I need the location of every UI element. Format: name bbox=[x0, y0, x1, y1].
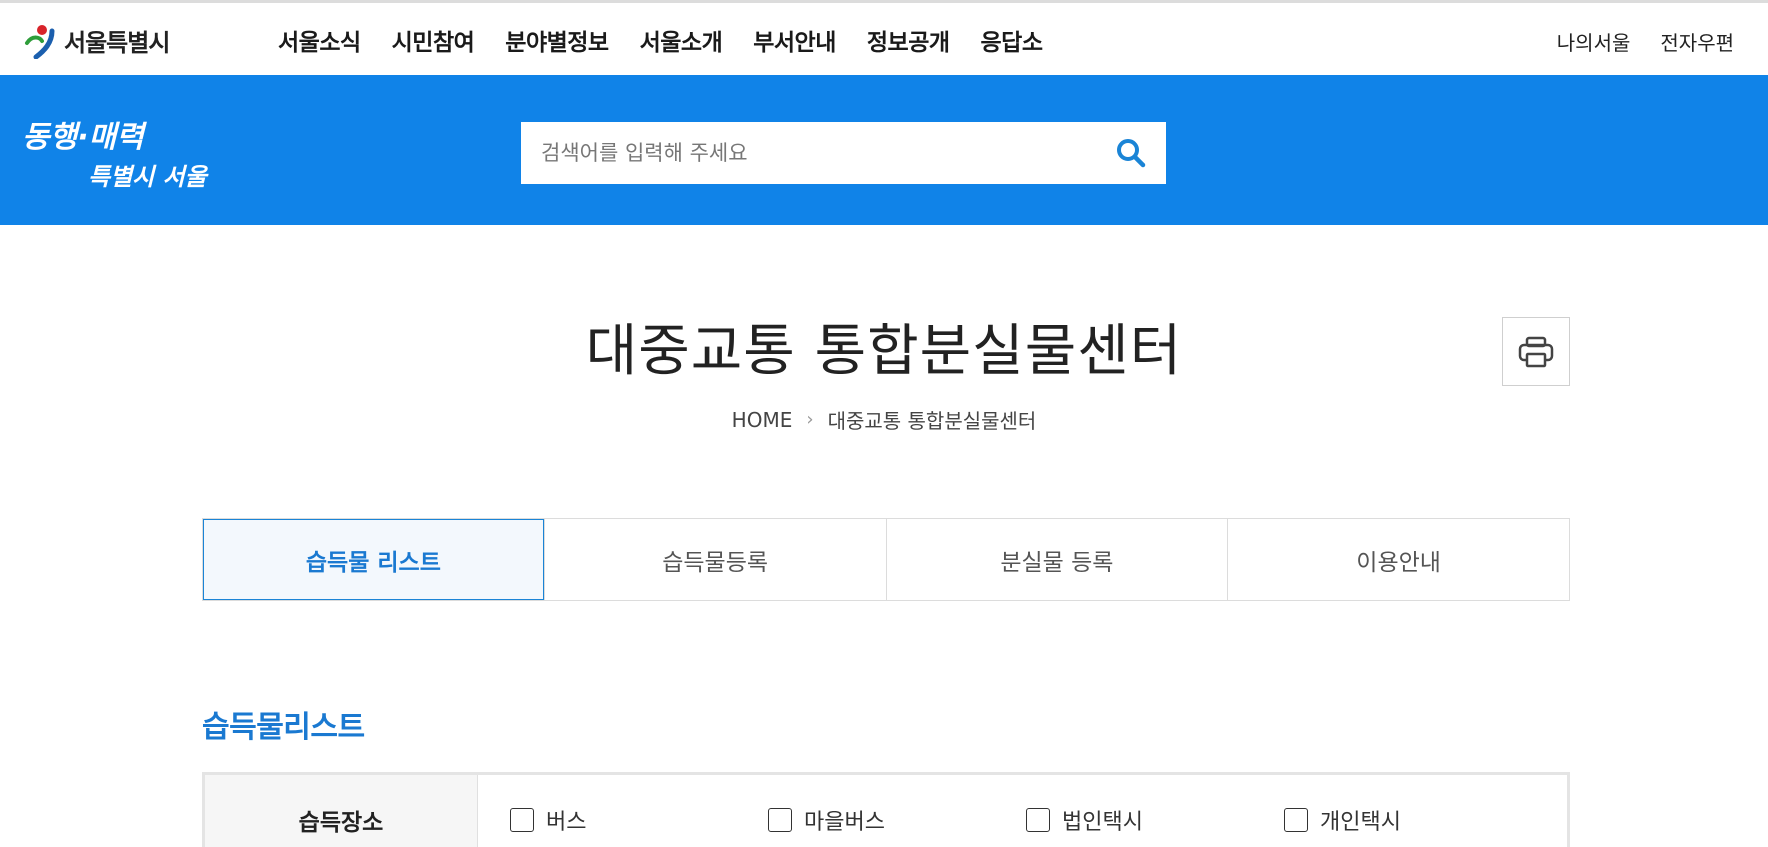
tab-bar: 습득물 리스트 습득물등록 분실물 등록 이용안내 bbox=[202, 518, 1570, 601]
checkbox-corporate-taxi[interactable]: 법인택시 bbox=[1026, 804, 1284, 836]
chevron-right-icon: › bbox=[806, 409, 814, 430]
util-my-seoul[interactable]: 나의서울 bbox=[1557, 27, 1631, 56]
slogan-logo: 동행·매력 특별시 서울 bbox=[22, 120, 210, 191]
section-title: 습득물리스트 bbox=[202, 710, 365, 745]
printer-icon bbox=[1518, 336, 1554, 367]
utility-nav: 나의서울 전자우편 bbox=[1527, 27, 1734, 56]
search-button[interactable] bbox=[1096, 122, 1166, 184]
search-input[interactable] bbox=[521, 122, 1096, 184]
search-box bbox=[521, 122, 1166, 184]
svg-text:동행·매력: 동행·매력 bbox=[22, 120, 147, 155]
seoul-logo[interactable]: 서울특별시 bbox=[22, 21, 170, 59]
checkbox-label: 버스 bbox=[546, 809, 587, 835]
breadcrumb-current[interactable]: 대중교통 통합분실물센터 bbox=[828, 405, 1037, 434]
breadcrumb-home[interactable]: HOME bbox=[732, 408, 793, 432]
checkbox-bus[interactable]: 버스 bbox=[510, 804, 768, 836]
tab-guide[interactable]: 이용안내 bbox=[1227, 519, 1569, 600]
filter-label: 습득장소 bbox=[205, 775, 478, 847]
nav-item-disclosure[interactable]: 정보공개 bbox=[867, 23, 950, 57]
checkbox-label: 법인택시 bbox=[1062, 809, 1143, 835]
tab-found-register[interactable]: 습득물등록 bbox=[543, 519, 886, 600]
nav-item-news[interactable]: 서울소식 bbox=[278, 23, 361, 57]
search-band: 동행·매력 특별시 서울 bbox=[0, 75, 1768, 225]
nav-item-departments[interactable]: 부서안내 bbox=[753, 23, 836, 57]
checkbox-village-bus[interactable]: 마을버스 bbox=[768, 804, 1026, 836]
svg-text:특별시 서울: 특별시 서울 bbox=[88, 163, 210, 191]
checkbox-box[interactable] bbox=[768, 807, 792, 832]
main-nav: 서울소식 시민참여 분야별정보 서울소개 부서안내 정보공개 응답소 bbox=[278, 23, 1074, 57]
tab-found-list[interactable]: 습득물 리스트 bbox=[203, 519, 544, 600]
print-button[interactable] bbox=[1502, 317, 1570, 386]
tab-lost-register[interactable]: 분실물 등록 bbox=[885, 519, 1228, 600]
breadcrumb: HOME › 대중교통 통합분실물센터 bbox=[0, 405, 1768, 434]
nav-item-field-info[interactable]: 분야별정보 bbox=[505, 23, 609, 57]
filter-table: 습득장소 버스 마을버스 법인택시 개인택시 bbox=[202, 772, 1570, 847]
search-icon bbox=[1117, 139, 1146, 168]
checkbox-box[interactable] bbox=[510, 807, 534, 832]
util-email[interactable]: 전자우편 bbox=[1660, 27, 1734, 56]
nav-item-participation[interactable]: 시민참여 bbox=[392, 23, 475, 57]
checkbox-label: 마을버스 bbox=[804, 809, 885, 835]
checkbox-label: 개인택시 bbox=[1320, 809, 1401, 835]
seoul-logo-icon bbox=[25, 25, 55, 59]
checkbox-box[interactable] bbox=[1026, 807, 1050, 832]
checkbox-box[interactable] bbox=[1284, 807, 1308, 832]
global-header: 서울특별시 서울소식 시민참여 분야별정보 서울소개 부서안내 정보공개 응답소… bbox=[0, 3, 1768, 75]
nav-item-response[interactable]: 응답소 bbox=[981, 23, 1043, 57]
checkbox-private-taxi[interactable]: 개인택시 bbox=[1284, 804, 1542, 836]
logo-text: 서울특별시 bbox=[64, 28, 170, 57]
nav-item-about[interactable]: 서울소개 bbox=[640, 23, 723, 57]
filter-options: 버스 마을버스 법인택시 개인택시 bbox=[478, 775, 1567, 847]
